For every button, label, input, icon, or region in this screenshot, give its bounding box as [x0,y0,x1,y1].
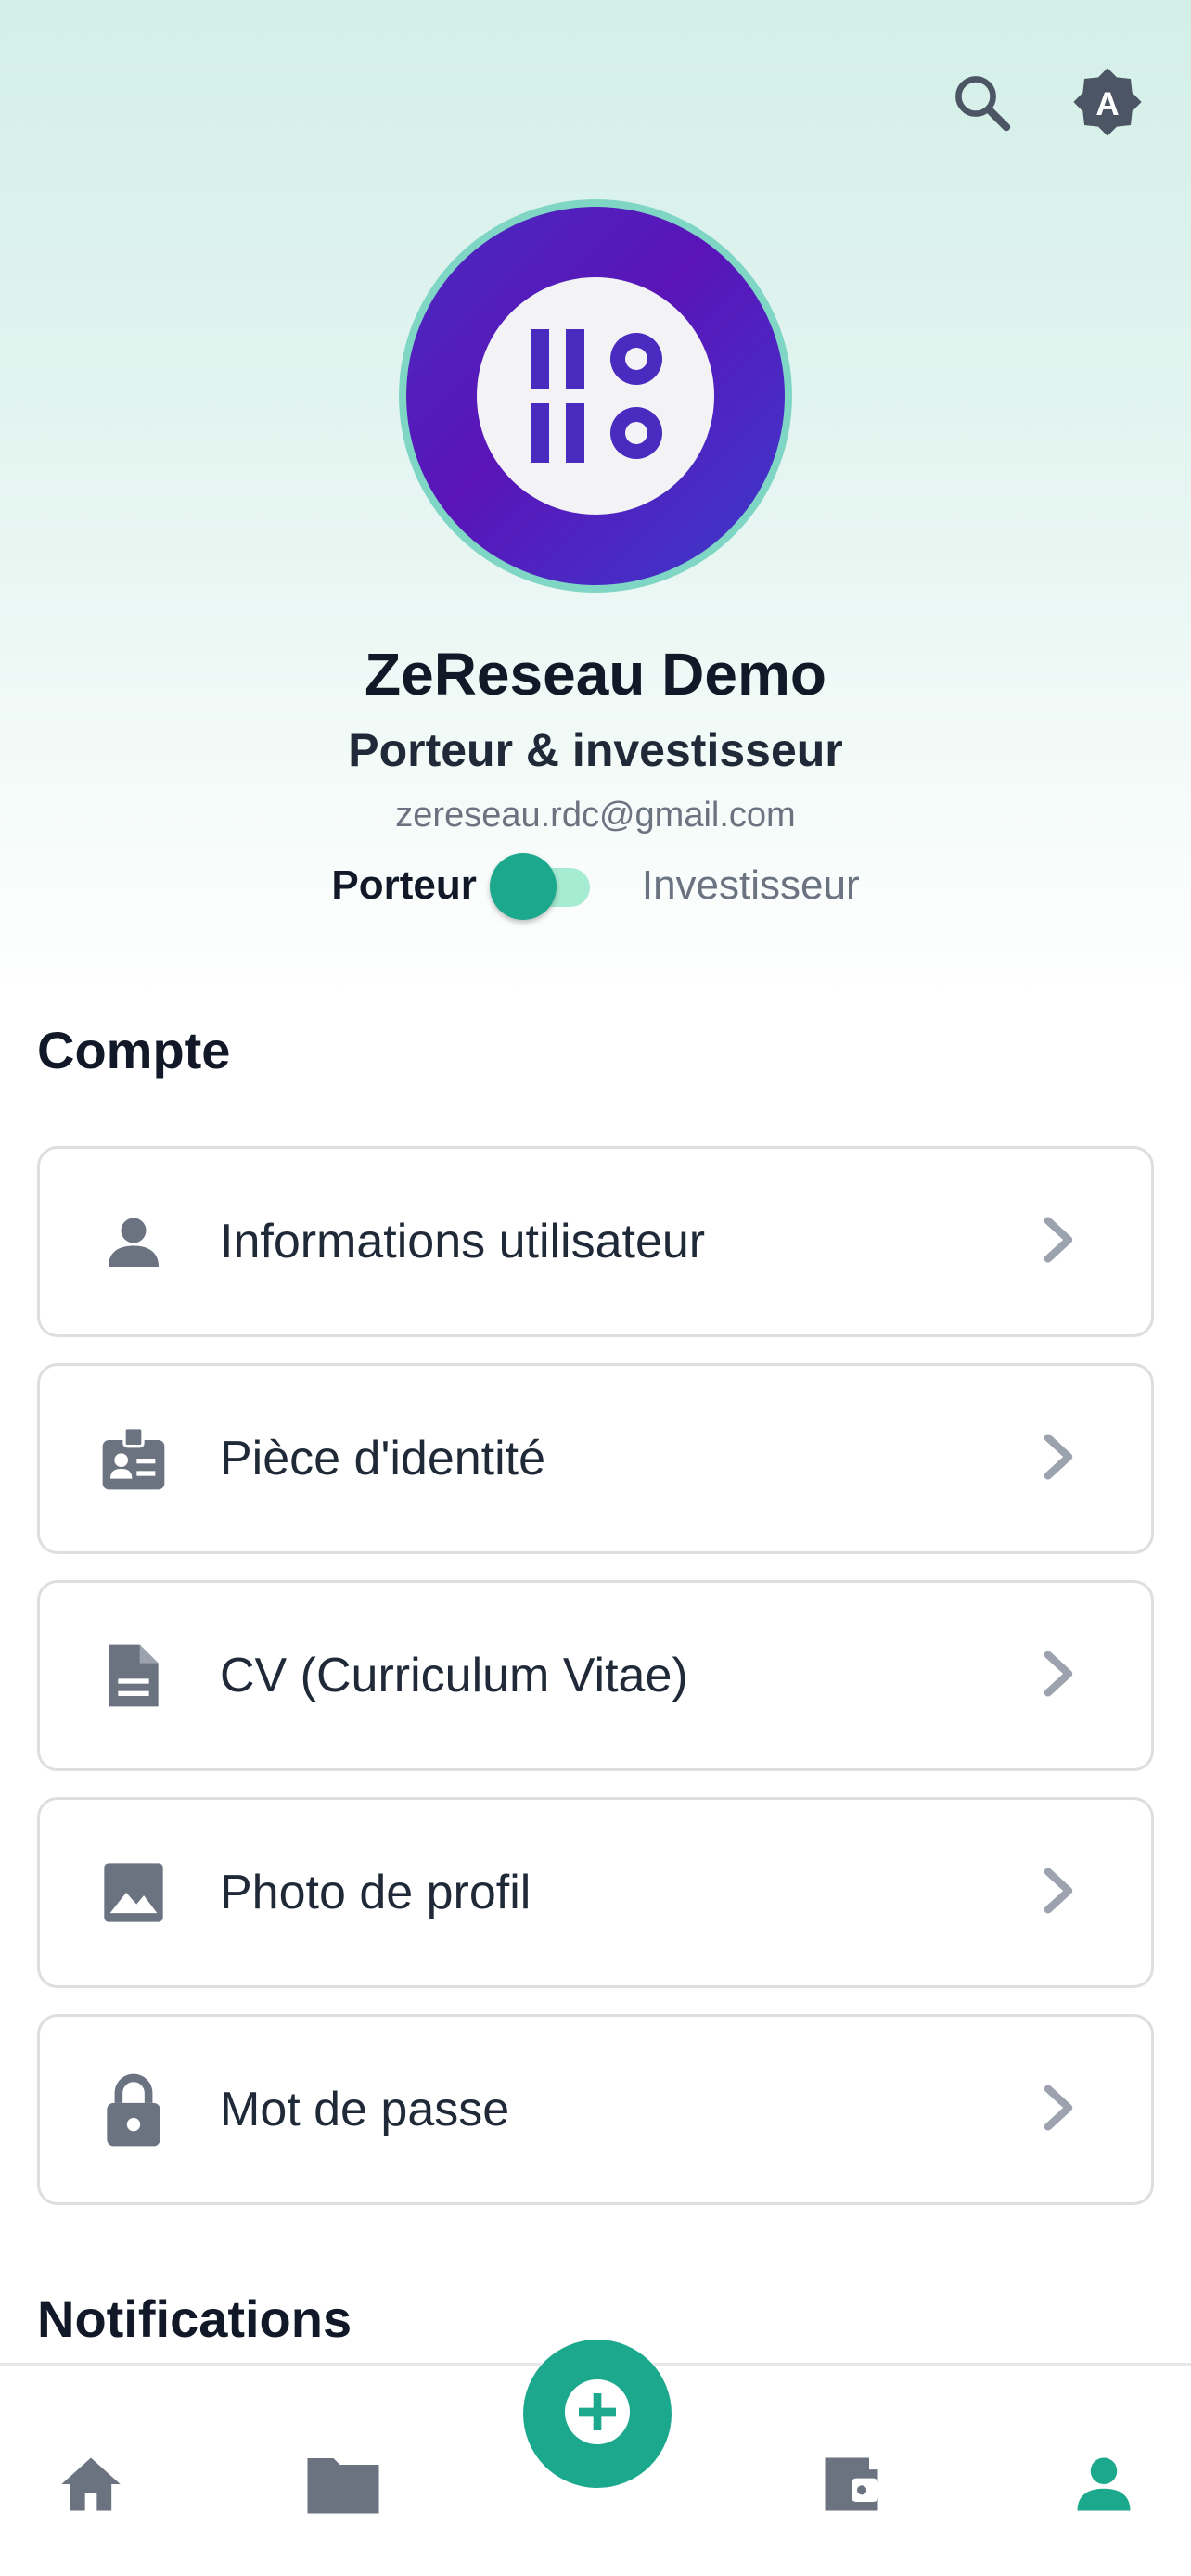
logo-outer-circle [406,207,785,585]
app-logo-icon [477,277,714,515]
top-actions: A [944,65,1145,139]
plus-icon [560,2375,634,2454]
chevron-right-icon [1040,1216,1077,1269]
chevron-right-icon [1040,2084,1077,2136]
chevron-right-icon [1040,1433,1077,1486]
lock-icon [92,2070,175,2149]
section-title-notifications: Notifications [37,2289,352,2348]
profile-name: ZeReseau Demo [365,641,826,708]
profile-email: zereseau.rdc@gmail.com [395,796,796,835]
avatar[interactable] [399,199,792,593]
account-item-profile-photo[interactable]: Photo de profil [37,1797,1154,1988]
account-item-cv[interactable]: CV (Curriculum Vitae) [37,1580,1154,1771]
nav-folder[interactable] [297,2440,390,2532]
image-icon [92,1857,175,1928]
account-item-label: Informations utilisateur [220,1215,706,1269]
nav-wallet[interactable] [805,2440,898,2532]
home-icon [56,2449,126,2524]
role-switch-row: Porteur Investisseur [0,853,1191,920]
id-badge-icon [92,1422,175,1496]
add-button[interactable] [523,2340,672,2488]
account-item-user-info[interactable]: Informations utilisateur [37,1146,1154,1337]
account-item-password[interactable]: Mot de passe [37,2014,1154,2205]
toggle-label-porteur: Porteur [331,862,477,908]
account-item-label: Pièce d'identité [220,1432,546,1486]
chevron-right-icon [1040,1650,1077,1702]
wallet-icon [816,2449,887,2524]
person-icon [92,1208,175,1275]
toggle-label-investisseur: Investisseur [641,862,860,908]
bottom-navigation [0,2340,1191,2576]
search-icon[interactable] [944,65,1018,139]
section-title-compte: Compte [37,1021,231,1079]
auto-brightness-icon[interactable]: A [1070,65,1145,139]
nav-home[interactable] [45,2440,137,2532]
person-icon [1069,2449,1139,2524]
account-item-label: Mot de passe [220,2083,510,2136]
chevron-right-icon [1040,1867,1077,1919]
toggle-knob [489,853,557,920]
svg-text:A: A [1095,86,1119,122]
document-icon [92,1639,175,1713]
profile-role: Porteur & investisseur [348,724,843,776]
account-item-label: Photo de profil [220,1866,531,1919]
account-item-label: CV (Curriculum Vitae) [220,1649,688,1702]
account-item-id-document[interactable]: Pièce d'identité [37,1363,1154,1554]
role-toggle[interactable] [489,853,592,920]
folder-icon [304,2449,382,2524]
nav-profile[interactable] [1057,2440,1150,2532]
